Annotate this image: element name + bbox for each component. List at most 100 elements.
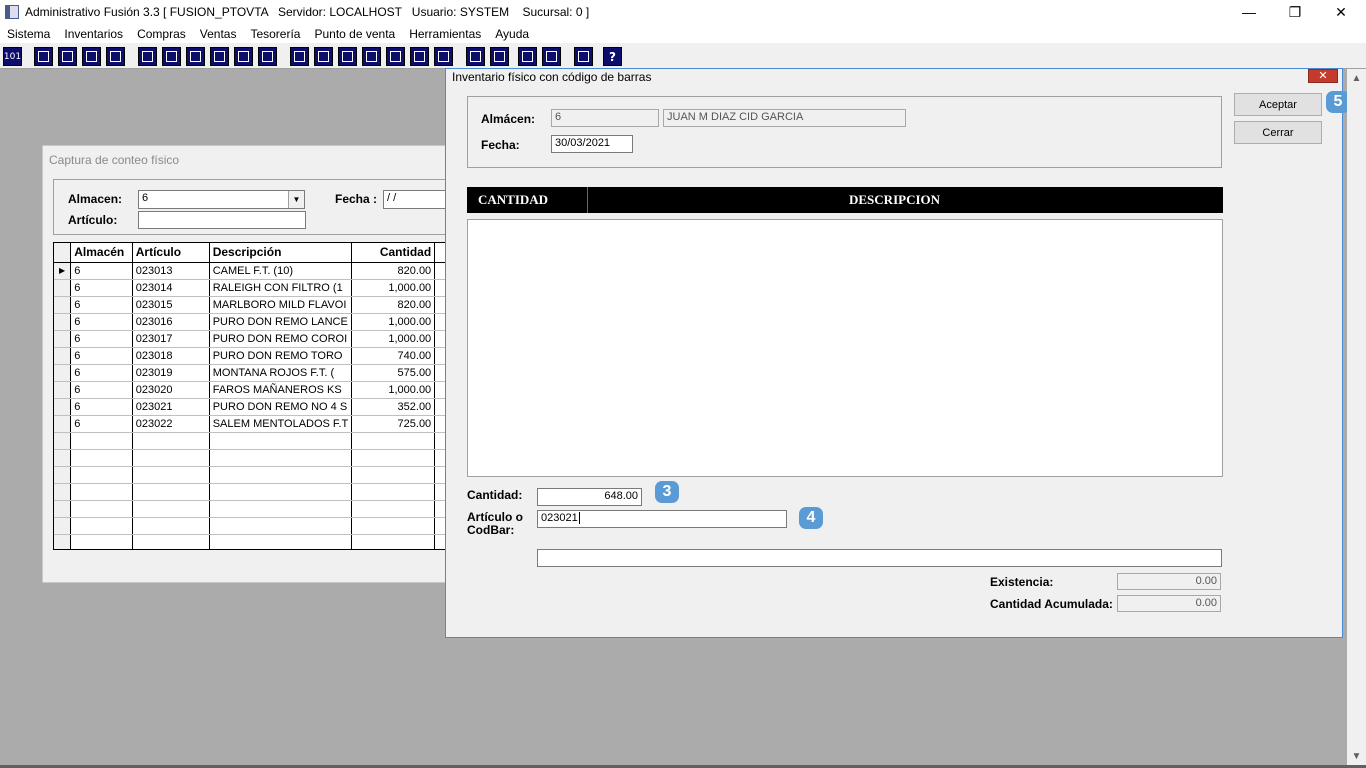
items-list[interactable] <box>467 219 1223 477</box>
clipboard-icon[interactable] <box>58 47 77 66</box>
add-icon[interactable] <box>362 47 381 66</box>
folder-icon[interactable] <box>162 47 181 66</box>
articulo-codbar-input[interactable]: 023021 <box>537 510 787 528</box>
empty-row[interactable] <box>54 534 452 549</box>
fecha-field[interactable]: 30/03/2021 <box>551 135 633 153</box>
empty-row[interactable] <box>54 449 452 467</box>
minimize-button[interactable]: — <box>1226 0 1272 24</box>
cell-articulo[interactable]: 023020 <box>132 381 210 399</box>
table-row[interactable]: 6 023015 MARLBORO MILD FLAVOI 820.00 <box>54 296 452 314</box>
print-icon[interactable] <box>210 47 229 66</box>
user-icon[interactable] <box>138 47 157 66</box>
document-icon[interactable] <box>234 47 253 66</box>
chevron-down-icon[interactable]: ▼ <box>288 191 304 208</box>
articulo-input[interactable] <box>138 211 306 229</box>
refresh-icon[interactable] <box>518 47 537 66</box>
columns-icon[interactable] <box>290 47 309 66</box>
row-selector[interactable] <box>54 279 72 297</box>
cell-descripcion[interactable]: RALEIGH CON FILTRO (1 <box>209 279 353 297</box>
fecha-input[interactable]: / / <box>383 190 453 209</box>
conteo-grid[interactable]: Almacén Artículo Descripción Cantidad ▶ 6… <box>53 242 453 550</box>
row-selector[interactable] <box>54 313 72 331</box>
cell-cantidad[interactable]: 820.00 <box>351 262 436 280</box>
dialog-close-icon[interactable]: ✕ <box>1308 69 1338 83</box>
calculator-icon[interactable] <box>34 47 53 66</box>
cell-almacen[interactable]: 6 <box>70 296 133 314</box>
undo-icon[interactable] <box>542 47 561 66</box>
col-almacen[interactable]: Almacén <box>70 243 133 263</box>
close-window-button[interactable]: ✕ <box>1318 0 1364 24</box>
cell-cantidad[interactable]: 1,000.00 <box>351 330 436 348</box>
cell-descripcion[interactable]: MONTANA ROJOS F.T. ( <box>209 364 353 382</box>
table-row[interactable]: 6 023019 MONTANA ROJOS F.T. (575.00 <box>54 364 452 382</box>
table-row[interactable]: ▶ 6 023013 CAMEL F.T. (10) 820.00 <box>54 262 452 280</box>
cell-cantidad[interactable]: 820.00 <box>351 296 436 314</box>
menu-ayuda[interactable]: Ayuda <box>495 27 529 41</box>
cell-cantidad[interactable]: 1,000.00 <box>351 381 436 399</box>
cell-cantidad[interactable]: 575.00 <box>351 364 436 382</box>
table-row[interactable]: 6 023017 PURO DON REMO COROI 1,000.00 <box>54 330 452 348</box>
mdi-scrollbar[interactable]: ▲ ▼ <box>1347 69 1366 765</box>
table-row[interactable]: 6 023022 SALEM MENTOLADOS F.T 725.00 <box>54 415 452 433</box>
cell-articulo[interactable]: 023017 <box>132 330 210 348</box>
list-icon[interactable] <box>434 47 453 66</box>
cell-almacen[interactable]: 6 <box>70 398 133 416</box>
table-row[interactable]: 6 023018 PURO DON REMO TORO 740.00 <box>54 347 452 365</box>
cerrar-button[interactable]: Cerrar <box>1234 121 1322 144</box>
home-icon[interactable] <box>466 47 485 66</box>
menu-ventas[interactable]: Ventas <box>200 27 237 41</box>
empty-row[interactable] <box>54 517 452 535</box>
row-selector[interactable] <box>54 381 72 399</box>
export-icon[interactable] <box>186 47 205 66</box>
col-articulo[interactable]: Artículo <box>132 243 210 263</box>
cell-cantidad[interactable]: 740.00 <box>351 347 436 365</box>
menu-sistema[interactable]: Sistema <box>7 27 50 41</box>
cell-descripcion[interactable]: FAROS MAÑANEROS KS <box>209 381 353 399</box>
table-row[interactable]: 6 023014 RALEIGH CON FILTRO (1 1,000.00 <box>54 279 452 297</box>
cell-articulo[interactable]: 023013 <box>132 262 210 280</box>
search-icon[interactable] <box>106 47 125 66</box>
find-icon[interactable] <box>490 47 509 66</box>
menu-compras[interactable]: Compras <box>137 27 186 41</box>
cell-descripcion[interactable]: PURO DON REMO NO 4 S <box>209 398 353 416</box>
cell-articulo[interactable]: 023018 <box>132 347 210 365</box>
cell-descripcion[interactable]: PURO DON REMO LANCE <box>209 313 353 331</box>
menu-tesoreria[interactable]: Tesorería <box>250 27 300 41</box>
counter-icon[interactable]: 101 <box>3 47 22 66</box>
table-row[interactable]: 6 023021 PURO DON REMO NO 4 S 352.00 <box>54 398 452 416</box>
table-icon[interactable] <box>258 47 277 66</box>
cell-almacen[interactable]: 6 <box>70 313 133 331</box>
empty-row[interactable] <box>54 483 452 501</box>
cell-descripcion[interactable]: PURO DON REMO TORO <box>209 347 353 365</box>
menu-punto-de-venta[interactable]: Punto de venta <box>314 27 395 41</box>
cell-cantidad[interactable]: 725.00 <box>351 415 436 433</box>
cell-articulo[interactable]: 023015 <box>132 296 210 314</box>
row-selector[interactable] <box>54 296 72 314</box>
empty-row[interactable] <box>54 466 452 484</box>
cell-articulo[interactable]: 023022 <box>132 415 210 433</box>
almacen-select[interactable]: 6 ▼ <box>138 190 305 209</box>
help-icon[interactable]: ? <box>603 47 622 66</box>
cell-almacen[interactable]: 6 <box>70 279 133 297</box>
cell-cantidad[interactable]: 352.00 <box>351 398 436 416</box>
cantidad-input[interactable]: 648.00 <box>537 488 642 506</box>
exchange-icon[interactable] <box>82 47 101 66</box>
cell-almacen[interactable]: 6 <box>70 347 133 365</box>
cell-almacen[interactable]: 6 <box>70 262 133 280</box>
scroll-up-icon[interactable]: ▲ <box>1347 73 1366 84</box>
window-icon[interactable] <box>314 47 333 66</box>
cell-cantidad[interactable]: 1,000.00 <box>351 279 436 297</box>
row-selector[interactable] <box>54 415 72 433</box>
cell-articulo[interactable]: 023019 <box>132 364 210 382</box>
scroll-down-icon[interactable]: ▼ <box>1347 751 1366 762</box>
menu-herramientas[interactable]: Herramientas <box>409 27 481 41</box>
table-row[interactable]: 6 023020 FAROS MAÑANEROS KS 1,000.00 <box>54 381 452 399</box>
empty-row[interactable] <box>54 500 452 518</box>
cell-descripcion[interactable]: PURO DON REMO COROI <box>209 330 353 348</box>
cell-cantidad[interactable]: 1,000.00 <box>351 313 436 331</box>
back-icon[interactable] <box>574 47 593 66</box>
row-selector[interactable] <box>54 398 72 416</box>
cell-almacen[interactable]: 6 <box>70 415 133 433</box>
cell-articulo[interactable]: 023014 <box>132 279 210 297</box>
cell-articulo[interactable]: 023016 <box>132 313 210 331</box>
